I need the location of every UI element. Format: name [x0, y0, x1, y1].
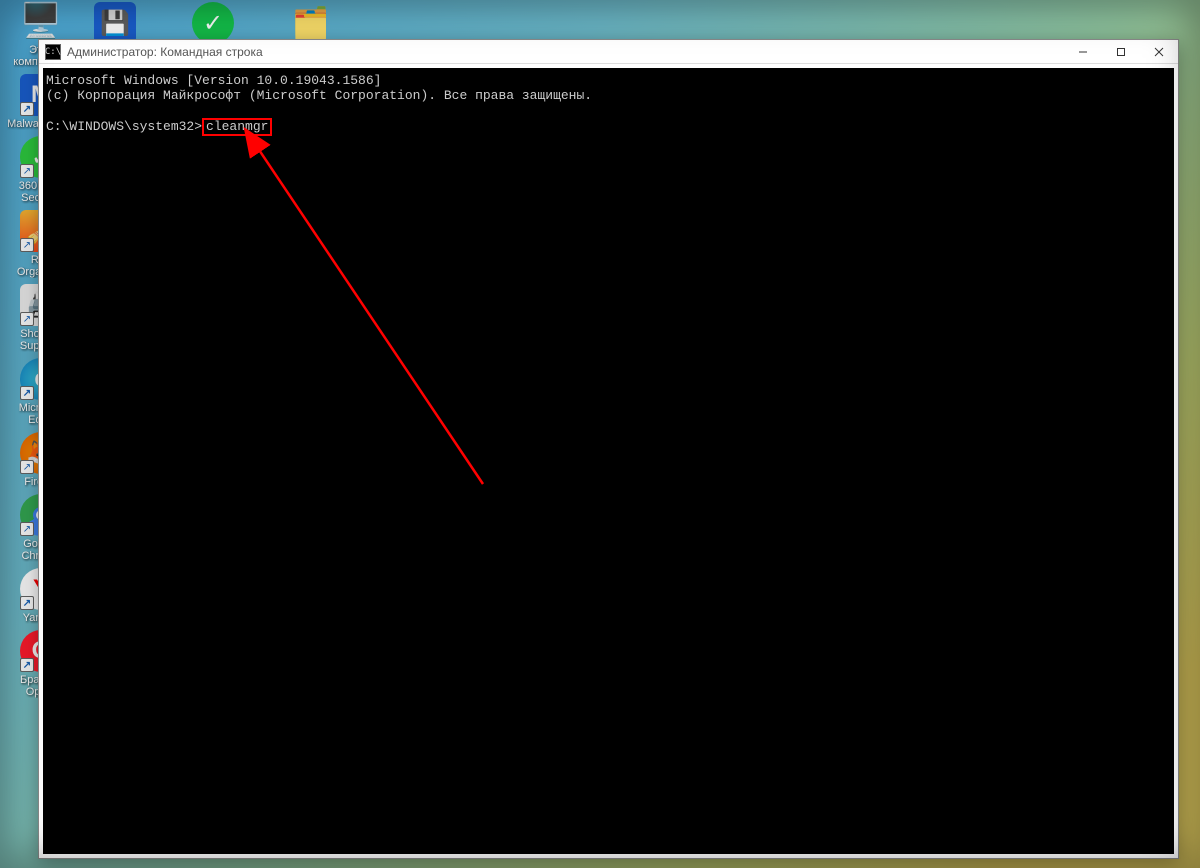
maximize-button[interactable] — [1102, 40, 1140, 63]
window-title: Администратор: Командная строка — [67, 45, 1064, 59]
terminal-prompt: C:\WINDOWS\system32> — [46, 119, 202, 134]
terminal-area[interactable]: Microsoft Windows [Version 10.0.19043.15… — [43, 68, 1174, 854]
window-controls — [1064, 40, 1178, 63]
terminal-version-line: Microsoft Windows [Version 10.0.19043.15… — [46, 73, 381, 88]
command-prompt-window: C:\ Администратор: Командная строка Micr… — [38, 39, 1179, 859]
window-titlebar[interactable]: C:\ Администратор: Командная строка — [39, 40, 1178, 64]
minimize-button[interactable] — [1064, 40, 1102, 63]
terminal-command-highlighted: cleanmgr — [202, 118, 272, 136]
cmd-app-icon: C:\ — [45, 44, 61, 60]
terminal-copyright-line: (c) Корпорация Майкрософт (Microsoft Cor… — [46, 88, 592, 103]
close-button[interactable] — [1140, 40, 1178, 63]
